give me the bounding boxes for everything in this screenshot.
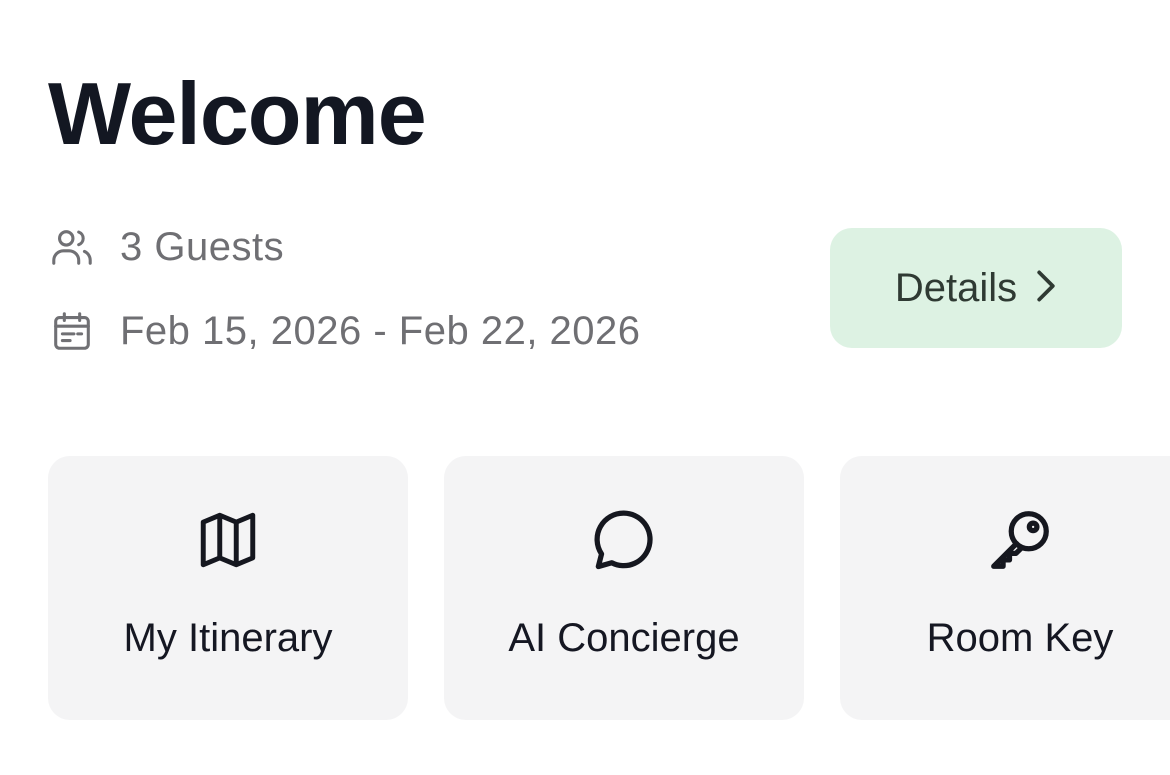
- dates-row: Feb 15, 2026 - Feb 22, 2026: [48, 306, 641, 356]
- guests-count: 3 Guests: [120, 224, 285, 269]
- guests-row: 3 Guests: [48, 222, 284, 272]
- concierge-card-label: AI Concierge: [508, 616, 740, 660]
- chevron-right-icon: [1035, 269, 1057, 308]
- room-key-card[interactable]: Room Key: [840, 456, 1170, 720]
- room-key-card-label: Room Key: [926, 616, 1114, 660]
- concierge-card[interactable]: AI Concierge: [444, 456, 804, 720]
- users-icon: [48, 223, 96, 271]
- stay-dates: Feb 15, 2026 - Feb 22, 2026: [120, 308, 641, 353]
- calendar-icon: [48, 307, 96, 355]
- welcome-screen: Welcome 3 Guests Feb 15, 2026 - Feb 22, …: [0, 0, 1170, 775]
- key-icon: [840, 504, 1170, 576]
- details-button[interactable]: Details: [830, 228, 1122, 348]
- page-title: Welcome: [48, 64, 427, 163]
- itinerary-card-label: My Itinerary: [123, 616, 333, 660]
- details-button-label: Details: [894, 265, 1018, 310]
- map-icon: [48, 504, 408, 576]
- itinerary-card[interactable]: My Itinerary: [48, 456, 408, 720]
- chat-bubble-icon: [444, 504, 804, 576]
